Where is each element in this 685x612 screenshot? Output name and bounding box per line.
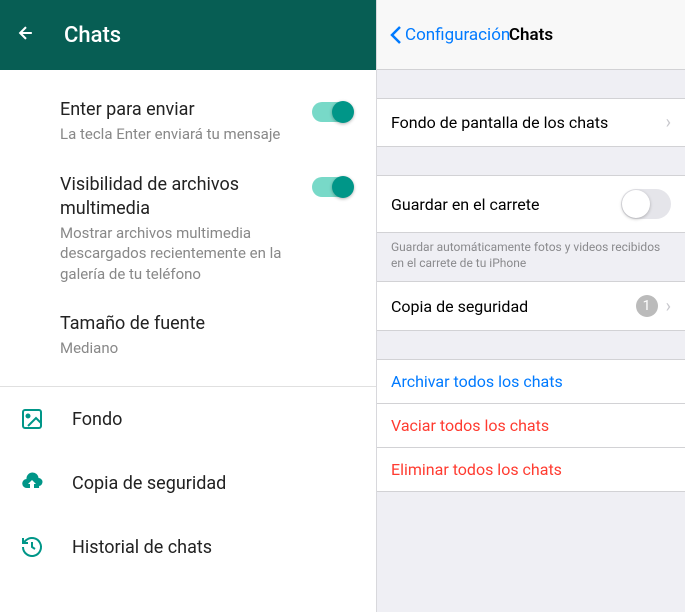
ios-delete-cell[interactable]: Eliminar todos los chats [377,448,685,492]
ios-backup-badge: 1 [636,295,658,317]
wallpaper-icon [20,407,44,431]
backup-label: Copia de seguridad [72,473,226,494]
ios-clear-label: Vaciar todos los chats [391,416,549,435]
ios-save-toggle[interactable] [621,189,671,219]
ios-save-cell[interactable]: Guardar en el carrete [377,175,685,233]
wallpaper-label: Fondo [72,409,122,430]
chevron-right-icon: › [666,296,671,317]
ios-archive-label: Archivar todos los chats [391,372,563,391]
ios-title: Chats [509,25,553,45]
ios-archive-cell[interactable]: Archivar todos los chats [377,359,685,404]
setting-title: Visibilidad de archivos multimedia [60,173,304,222]
history-label: Historial de chats [72,537,212,558]
cloud-upload-icon [20,471,44,495]
setting-subtitle: Mediano [60,338,356,358]
ios-wallpaper-label: Fondo de pantalla de los chats [391,113,666,132]
ios-save-footer: Guardar automáticamente fotos y videos r… [377,233,685,281]
ios-delete-label: Eliminar todos los chats [391,460,562,479]
backup-row[interactable]: Copia de seguridad [0,451,376,515]
media-visibility-row[interactable]: Visibilidad de archivos multimedia Mostr… [0,165,376,304]
wallpaper-row[interactable]: Fondo [0,387,376,451]
ios-back-button[interactable]: Configuración [389,25,510,45]
chat-history-row[interactable]: Historial de chats [0,515,376,579]
setting-title: Tamaño de fuente [60,312,356,336]
enter-to-send-row[interactable]: Enter para enviar La tecla Enter enviará… [0,90,376,165]
ios-back-label: Configuración [405,25,510,45]
ios-clear-cell[interactable]: Vaciar todos los chats [377,404,685,448]
media-toggle[interactable] [312,177,352,197]
android-panel: Chats Enter para enviar La tecla Enter e… [0,0,376,612]
setting-subtitle: Mostrar archivos multimedia descargados … [60,223,304,284]
setting-subtitle: La tecla Enter enviará tu mensaje [60,124,304,144]
chevron-right-icon: › [666,112,671,133]
enter-toggle[interactable] [312,102,352,122]
android-settings-list: Enter para enviar La tecla Enter enviará… [0,70,376,579]
ios-save-label: Guardar en el carrete [391,195,621,214]
history-icon [20,535,44,559]
android-title: Chats [64,23,121,48]
ios-panel: Configuración Chats Fondo de pantalla de… [376,0,685,612]
ios-header: Configuración Chats [377,0,685,70]
back-arrow-icon[interactable] [16,23,36,48]
ios-backup-cell[interactable]: Copia de seguridad 1 › [377,281,685,331]
android-header: Chats [0,0,376,70]
ios-wallpaper-cell[interactable]: Fondo de pantalla de los chats › [377,98,685,147]
setting-title: Enter para enviar [60,98,304,122]
font-size-row[interactable]: Tamaño de fuente Mediano [0,304,376,379]
ios-backup-label: Copia de seguridad [391,297,636,316]
